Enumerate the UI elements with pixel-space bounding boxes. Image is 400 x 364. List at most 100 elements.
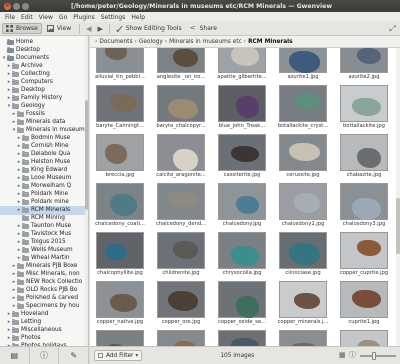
next-image-button[interactable]: ▶ xyxy=(95,25,106,33)
thumbnail-item[interactable]: chalcedony2.jpg xyxy=(275,183,331,228)
thumbnail-image[interactable] xyxy=(279,232,327,269)
thumbnail-image[interactable] xyxy=(157,134,205,171)
thumbnail-image[interactable] xyxy=(157,48,205,73)
thumbnail-image[interactable] xyxy=(96,85,144,122)
thumbnail-item[interactable]: copper_oxide_se... xyxy=(214,281,270,326)
menu-edit[interactable]: Edit xyxy=(18,14,36,21)
thumbnail-image[interactable] xyxy=(279,85,327,122)
thumbnail-item[interactable]: botallackite_cryst... xyxy=(275,85,331,130)
breadcrumb-documents[interactable]: Documents xyxy=(99,39,132,45)
slider-knob[interactable] xyxy=(372,351,376,360)
menu-settings[interactable]: Settings xyxy=(98,14,129,21)
thumbnail-image[interactable] xyxy=(340,85,388,122)
thumbnail-image[interactable] xyxy=(340,48,388,73)
thumbnail-item[interactable] xyxy=(153,330,209,346)
thumbnail-image[interactable] xyxy=(157,281,205,318)
thumbnail-item[interactable]: cassiterite.jpg xyxy=(214,134,270,179)
sort-grid-icon[interactable]: ▦ xyxy=(339,352,346,359)
thumbnail-item[interactable] xyxy=(92,330,148,346)
thumbnail-item[interactable]: copper_native.jpg xyxy=(92,281,148,326)
breadcrumb-rcm-minerals[interactable]: RCM Minerals xyxy=(248,39,293,45)
thumbnail-item[interactable]: chalcedony3.jpg xyxy=(336,183,392,228)
sidebar-scrollbar-thumb[interactable] xyxy=(85,100,88,210)
menu-plugins[interactable]: Plugins xyxy=(70,14,98,21)
thumbnail-item[interactable]: chabazite.jpg xyxy=(336,134,392,179)
thumbnail-item[interactable]: copper_minerals.j... xyxy=(275,281,331,326)
thumbnail-image[interactable] xyxy=(218,232,266,269)
thumbnail-size-slider[interactable] xyxy=(360,351,396,360)
maximize-window-button[interactable] xyxy=(22,2,29,10)
thumbnail-image[interactable] xyxy=(340,232,388,269)
thumbnail-image[interactable] xyxy=(218,48,266,73)
thumbnail-item[interactable]: anglesite _on_iro... xyxy=(153,48,209,81)
thumbnail-image[interactable] xyxy=(157,232,205,269)
thumbnail-image[interactable] xyxy=(96,183,144,220)
minimize-window-button[interactable] xyxy=(13,2,20,10)
thumbnail-item[interactable]: baryte_chalcopyr... xyxy=(153,85,209,130)
thumbnail-image[interactable] xyxy=(157,85,205,122)
thumbnail-image[interactable] xyxy=(96,134,144,171)
thumbnail-item[interactable]: chalcedony.jpg xyxy=(214,183,270,228)
thumbnail-item[interactable]: cerussite.jpg xyxy=(275,134,331,179)
thumbnail-image[interactable] xyxy=(218,330,266,346)
grid-scrollbar[interactable] xyxy=(396,48,400,346)
close-window-button[interactable]: × xyxy=(4,2,11,10)
browse-button[interactable]: Browse xyxy=(2,23,42,34)
thumbnail-image[interactable] xyxy=(340,281,388,318)
thumbnail-item[interactable] xyxy=(336,330,392,346)
thumbnail-image[interactable] xyxy=(96,281,144,318)
thumbnail-item[interactable]: chalcophyllite.jpg xyxy=(92,232,148,277)
breadcrumb-geology[interactable]: Geology xyxy=(139,39,163,45)
thumbnail-image[interactable] xyxy=(96,48,144,73)
thumbnail-item[interactable]: azurite2.jpg xyxy=(336,48,392,81)
thumbnail-item[interactable]: chalcedony_coati... xyxy=(92,183,148,228)
thumbnail-item[interactable]: baryte_Canningt... xyxy=(92,85,148,130)
thumbnail-item[interactable]: blue_john_Treak... xyxy=(214,85,270,130)
thumbnail-item[interactable]: calcite_aragonite... xyxy=(153,134,209,179)
thumbnail-item[interactable]: alluvial_tin_pebbl... xyxy=(92,48,148,81)
thumbnail-image[interactable] xyxy=(340,134,388,171)
thumbnail-image[interactable] xyxy=(279,330,327,346)
thumbnail-item[interactable]: breccia.jpg xyxy=(92,134,148,179)
menu-go[interactable]: Go xyxy=(56,14,70,21)
tab-operations[interactable]: ✎ xyxy=(59,347,88,364)
thumbnail-image[interactable] xyxy=(218,281,266,318)
show-editing-tools-button[interactable]: Show Editing Tools xyxy=(113,23,185,34)
thumbnail-item[interactable]: azurite1.jpg xyxy=(275,48,331,81)
thumbnail-image[interactable] xyxy=(279,281,327,318)
thumbnail-image[interactable] xyxy=(340,330,388,346)
thumbnail-image[interactable] xyxy=(340,183,388,220)
thumbnail-image[interactable] xyxy=(96,330,144,346)
thumbnail-item[interactable]: chalcedony_dend... xyxy=(153,183,209,228)
thumbnail-image[interactable] xyxy=(218,183,266,220)
thumbnail-item[interactable]: chrysocolla.jpg xyxy=(214,232,270,277)
menu-view[interactable]: View xyxy=(36,14,56,21)
menu-file[interactable]: File xyxy=(2,14,18,21)
fullscreen-icon[interactable]: ⤢ xyxy=(388,24,397,33)
thumbnail-item[interactable]: cuprite1.jpg xyxy=(336,281,392,326)
thumbnail-image[interactable] xyxy=(279,134,327,171)
grid-scrollbar-thumb[interactable] xyxy=(396,198,400,254)
thumbnail-image[interactable] xyxy=(218,134,266,171)
view-button[interactable]: View xyxy=(44,23,74,34)
sidebar-scrollbar[interactable] xyxy=(85,36,88,346)
thumbnail-image[interactable] xyxy=(96,232,144,269)
add-filter-button[interactable]: Add Filter ▾ xyxy=(94,350,143,361)
breadcrumb-minerals-in-museums[interactable]: Minerals in museums etc xyxy=(169,39,242,45)
tab-folders[interactable]: ▤ xyxy=(0,347,30,364)
thumbnail-image[interactable] xyxy=(157,330,205,346)
thumbnail-image[interactable] xyxy=(157,183,205,220)
thumbnail-image[interactable] xyxy=(279,183,327,220)
thumbnail-item[interactable]: copper_ore.jpg xyxy=(153,281,209,326)
thumbnail-item[interactable] xyxy=(214,330,270,346)
menu-help[interactable]: Help xyxy=(128,14,148,21)
thumbnail-image[interactable] xyxy=(218,85,266,122)
thumbnail-item[interactable]: bottallackite.jpg xyxy=(336,85,392,130)
thumbnail-item[interactable]: copper_cuprite.jpg xyxy=(336,232,392,277)
thumbnail-item[interactable]: childrenite.jpg xyxy=(153,232,209,277)
thumbnail-item[interactable]: apatite_gilbertite... xyxy=(214,48,270,81)
thumbnail-image[interactable] xyxy=(279,48,327,73)
share-button[interactable]: < Share xyxy=(187,23,220,34)
thumbnail-item[interactable]: clinoclase.jpg xyxy=(275,232,331,277)
info-toggle-icon[interactable]: ⓘ xyxy=(349,352,356,359)
